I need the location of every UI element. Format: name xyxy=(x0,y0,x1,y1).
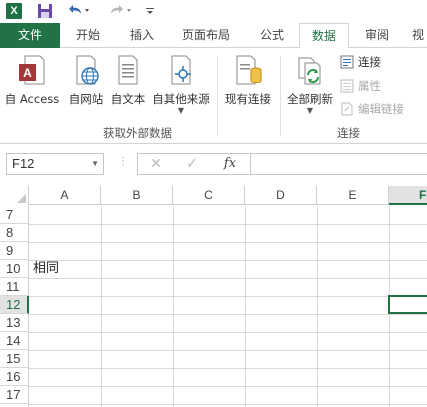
chevron-down-icon[interactable]: ▼ xyxy=(91,154,99,174)
chevron-down-icon: ▼ xyxy=(177,106,185,115)
resize-handle-icon[interactable]: ⋮ xyxy=(118,156,128,167)
tab-home[interactable]: 开始 xyxy=(62,23,114,48)
ribbon-tabs: 文件 开始 插入 页面布局 公式 数据 审阅 视 xyxy=(0,23,427,49)
insert-function-icon[interactable]: fx xyxy=(220,153,240,175)
text-file-icon xyxy=(112,54,144,88)
other-sources-icon xyxy=(165,54,197,88)
row-header-16[interactable]: 16 xyxy=(0,368,29,386)
row-header-12[interactable]: 12 xyxy=(0,296,29,314)
from-web-button[interactable]: 自网站 xyxy=(64,54,108,114)
row-header-14[interactable]: 14 xyxy=(0,332,29,350)
tab-review[interactable]: 审阅 xyxy=(352,23,402,48)
refresh-icon xyxy=(294,54,326,88)
enter-check-icon[interactable]: ✓ xyxy=(182,153,202,175)
row-header-10[interactable]: 10 xyxy=(0,260,29,278)
quick-access-toolbar: X xyxy=(0,0,427,23)
excel-logo-icon: X xyxy=(6,3,22,19)
row-header-9[interactable]: 9 xyxy=(0,242,29,260)
tab-file[interactable]: 文件 xyxy=(0,23,60,48)
existing-connections-icon xyxy=(232,54,264,88)
column-header-a[interactable]: A xyxy=(29,186,101,205)
existing-connections-button[interactable]: 现有连接 xyxy=(222,54,274,114)
selected-cell-f12[interactable] xyxy=(388,295,427,314)
group-separator xyxy=(217,56,218,136)
save-button[interactable] xyxy=(36,2,54,20)
row-header-13[interactable]: 13 xyxy=(0,314,29,332)
row-header-7[interactable]: 7 xyxy=(0,206,29,224)
edit-links-button[interactable]: 编辑链接 xyxy=(340,99,404,119)
group-label-get-external-data: 获取外部数据 xyxy=(103,126,172,140)
column-header-c[interactable]: C xyxy=(173,186,245,205)
access-database-icon: A xyxy=(16,54,48,88)
group-separator xyxy=(280,56,281,136)
undo-icon xyxy=(69,5,89,14)
tab-data[interactable]: 数据 xyxy=(299,23,349,49)
properties-icon xyxy=(340,79,354,93)
from-access-button[interactable]: A 自 Access xyxy=(2,54,62,114)
row-header-15[interactable]: 15 xyxy=(0,350,29,368)
row-header-17[interactable]: 17 xyxy=(0,386,29,404)
select-all-icon xyxy=(17,194,26,203)
column-header-f[interactable]: F xyxy=(389,186,427,205)
refresh-all-button[interactable]: 全部刷新 ▼ xyxy=(284,54,336,115)
properties-button[interactable]: 属性 xyxy=(340,76,381,96)
tab-formulas[interactable]: 公式 xyxy=(246,23,298,48)
column-header-b[interactable]: B xyxy=(101,186,173,205)
connections-button[interactable]: 连接 xyxy=(340,52,381,72)
column-header-e[interactable]: E xyxy=(317,186,389,205)
edit-links-icon xyxy=(340,102,354,116)
connections-icon xyxy=(340,55,354,69)
redo-icon xyxy=(111,5,131,14)
worksheet-grid[interactable]: A B C D E F 7 8 9 10 11 12 13 14 15 16 1… xyxy=(0,186,427,407)
from-text-button[interactable]: 自文本 xyxy=(108,54,148,114)
ribbon-panel: A 自 Access 自网站 自文本 自其他来源 ▼ 现有连接 全部刷新 ▼ 连… xyxy=(0,48,427,144)
column-headers: A B C D E F xyxy=(0,186,427,205)
column-header-d[interactable]: D xyxy=(245,186,317,205)
globe-page-icon xyxy=(70,54,102,88)
group-label-connections: 连接 xyxy=(337,126,360,140)
undo-button[interactable] xyxy=(66,2,90,20)
cell-a10[interactable]: 相同 xyxy=(33,260,59,278)
from-other-sources-button[interactable]: 自其他来源 ▼ xyxy=(150,54,212,115)
row-header-8[interactable]: 8 xyxy=(0,224,29,242)
formula-bar: F12 ▼ ⋮ ✕ ✓ fx xyxy=(0,144,427,184)
select-all-button[interactable] xyxy=(0,186,29,205)
redo-button[interactable] xyxy=(108,2,132,20)
tab-page-layout[interactable]: 页面布局 xyxy=(170,23,242,48)
tab-insert[interactable]: 插入 xyxy=(116,23,168,48)
row-header-11[interactable]: 11 xyxy=(0,278,29,296)
name-box[interactable]: F12 ▼ xyxy=(6,153,104,175)
customize-toolbar-icon[interactable] xyxy=(144,2,156,20)
save-icon xyxy=(38,4,52,18)
tab-view[interactable]: 视 xyxy=(406,23,427,48)
cancel-icon[interactable]: ✕ xyxy=(146,153,166,175)
formula-input[interactable] xyxy=(250,153,427,175)
chevron-down-icon: ▼ xyxy=(306,106,314,115)
svg-text:A: A xyxy=(23,66,32,80)
